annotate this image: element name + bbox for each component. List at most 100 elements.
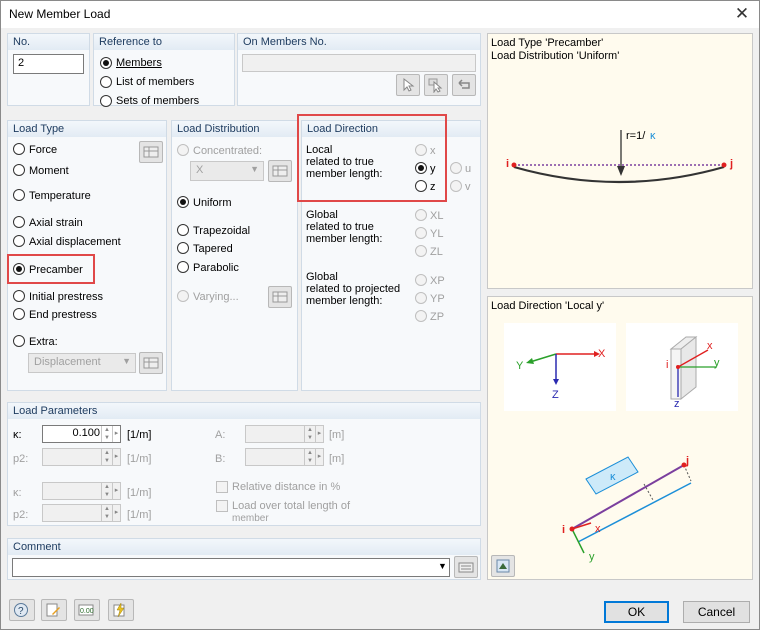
view-options-icon [496,559,510,573]
radio-axial-displacement[interactable] [13,235,25,247]
reverse-button[interactable] [452,74,476,96]
no-group: No. 2 [7,33,90,106]
radio-sets-of-members[interactable] [100,95,112,107]
cancel-button[interactable]: Cancel [683,601,750,623]
kappa1-unit: [1/m] [127,429,152,441]
label-uniform: Uniform [193,197,232,209]
a-unit: [m] [329,429,345,441]
pick-multi-member-button[interactable] [424,74,448,96]
on-members-header: On Members No. [238,34,480,50]
radio-varying[interactable] [177,290,189,302]
concentrated-select[interactable]: X ▼ [190,161,264,181]
label-initial-prestress: Initial prestress [29,291,103,303]
radio-trapezoidal[interactable] [177,224,189,236]
extra-edit-button[interactable] [139,352,163,374]
local-x-label: x [707,340,713,352]
radio-local-u[interactable] [450,162,462,174]
p2-2-label: p2: [13,509,29,521]
radio-end-prestress[interactable] [13,308,25,320]
label-list-of-members: List of members [116,76,195,88]
radio-xp[interactable] [415,274,427,286]
radio-members[interactable] [100,57,112,69]
lightning-button[interactable] [108,599,134,621]
kappa1-input[interactable]: 0.100 ▲ ▼ ▸ [42,425,121,443]
preview-options-button[interactable] [491,555,515,577]
varying-edit-button[interactable] [268,286,292,308]
radio-zp[interactable] [415,310,427,322]
comment-library-button[interactable] [454,556,478,578]
no-input[interactable]: 2 [13,54,84,74]
label-yp: YP [430,293,445,305]
radio-yp[interactable] [415,292,427,304]
radius-kappa: κ [650,130,656,142]
radio-concentrated[interactable] [177,144,189,156]
global-proj-label: Global [306,271,338,283]
node-j-label: j [730,158,734,170]
radio-tapered[interactable] [177,242,189,254]
on-members-input[interactable] [242,54,476,72]
radio-extra[interactable] [13,335,25,347]
edit-table-icon [272,165,288,177]
b-input[interactable]: ▲ ▼ ▸ [245,448,324,466]
radio-axial-strain[interactable] [13,216,25,228]
local-y-label: y [714,357,720,369]
svg-text:0.00: 0.00 [80,608,94,615]
load-over-length-checkbox[interactable] [216,500,228,512]
radio-temperature[interactable] [13,189,25,201]
radio-parabolic[interactable] [177,261,189,273]
pick-member-button[interactable] [396,74,420,96]
global-true-sub1: related to true [306,221,374,233]
edit-table-icon [272,291,288,303]
p2-2-unit: [1/m] [127,509,152,521]
comment-group: Comment ▼ [7,538,481,580]
radio-uniform[interactable] [177,196,189,208]
cursor-multi-icon [428,78,443,93]
edit-table-icon [143,357,159,369]
label-trapezoidal: Trapezoidal [193,225,251,237]
radio-zl[interactable] [415,245,427,257]
label-end-prestress: End prestress [29,309,97,321]
p2-2-input[interactable]: ▲ ▼ ▸ [42,504,121,522]
library-icon [458,562,474,573]
radio-yl[interactable] [415,227,427,239]
relative-distance-label: Relative distance in % [232,481,341,493]
concentrated-select-value: X [196,164,204,176]
force-edit-button[interactable] [139,141,163,163]
menu-arrow-icon: ▸ [315,426,323,442]
radio-force[interactable] [13,143,25,155]
menu-arrow-icon: ▸ [112,449,120,465]
extra-select-value: Displacement [34,356,101,368]
arrow-head-icon [617,166,625,176]
radio-xl[interactable] [415,209,427,221]
load-parameters-header: Load Parameters [8,403,480,419]
global-proj-sub2: member length: [306,295,383,307]
menu-arrow-icon: ▸ [315,449,323,465]
title-bar: New Member Load ✕ [1,1,759,28]
help-icon: ? [14,603,28,617]
help-button[interactable]: ? [9,599,35,621]
units-button[interactable]: 0.00 [74,599,100,621]
concentrated-edit-button[interactable] [268,160,292,182]
node-j-dot [721,162,727,168]
radio-local-v[interactable] [450,180,462,192]
radio-moment[interactable] [13,164,25,176]
node-i-label: i [506,158,510,170]
radio-list-of-members[interactable] [100,76,112,88]
direction-diagram [504,323,738,554]
chevron-down-icon[interactable]: ▼ [438,561,447,571]
label-local-u: u [465,163,472,175]
a-input[interactable]: ▲ ▼ ▸ [245,425,324,443]
ok-button[interactable]: OK [604,601,669,623]
p2-1-input[interactable]: ▲ ▼ ▸ [42,448,121,466]
close-icon[interactable]: ✕ [725,1,759,28]
label-temperature: Temperature [29,190,91,202]
kappa2-input[interactable]: ▲ ▼ ▸ [42,482,121,500]
relative-distance-checkbox[interactable] [216,481,228,493]
edit-button[interactable] [41,599,67,621]
node-i-dot [511,162,517,168]
radio-initial-prestress[interactable] [13,290,25,302]
p2-1-unit: [1/m] [127,453,152,465]
comment-input[interactable] [12,558,450,577]
extra-select[interactable]: Displacement ▼ [28,353,136,373]
label-concentrated: Concentrated: [193,145,263,157]
